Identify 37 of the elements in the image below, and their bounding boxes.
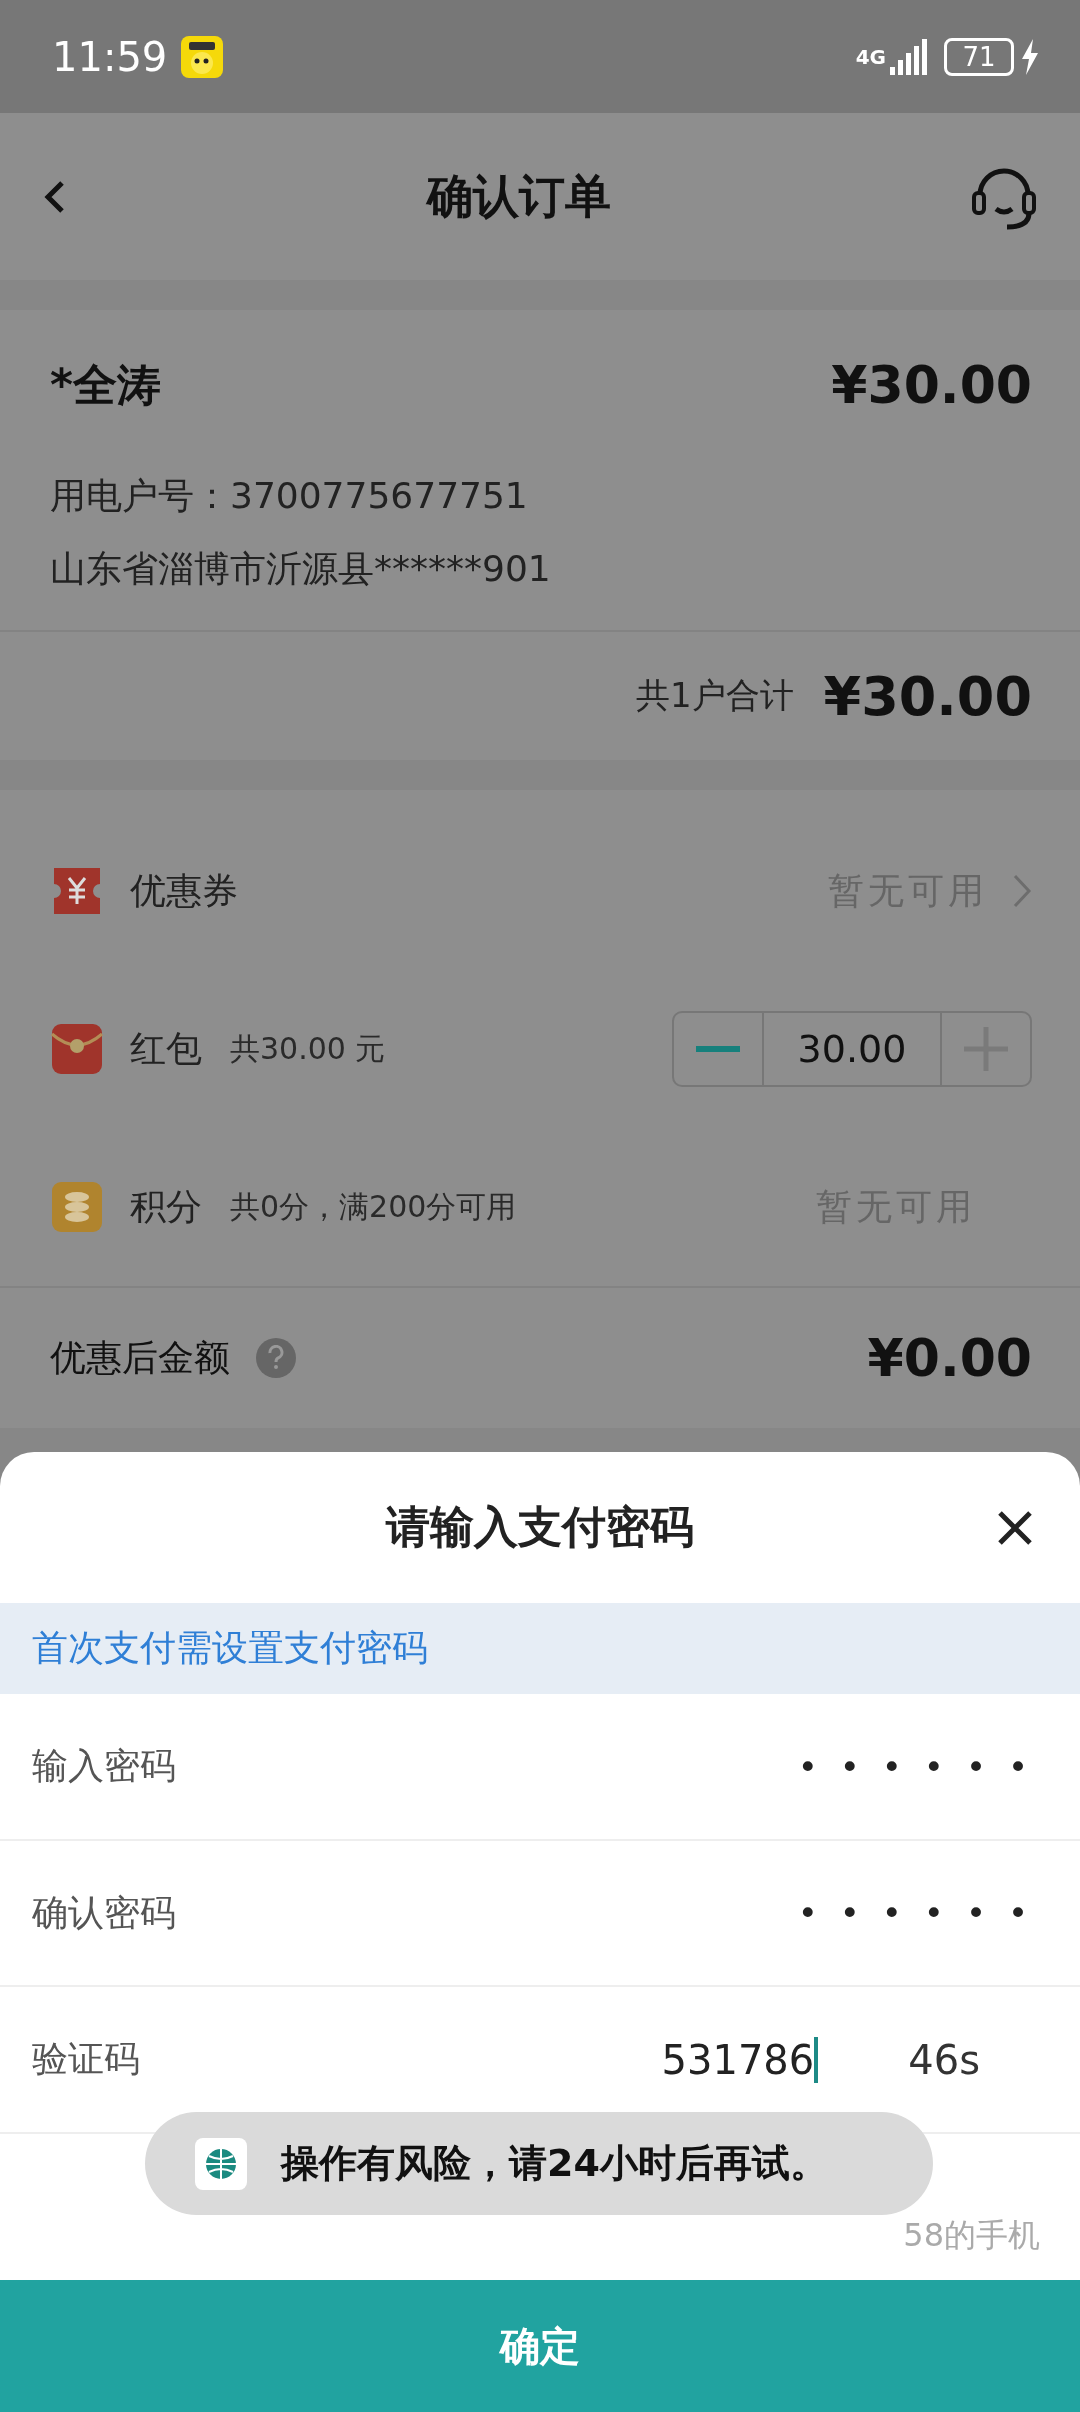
toast-message: 操作有风险，请24小时后再试。 bbox=[281, 2140, 828, 2187]
coins-icon bbox=[50, 1180, 104, 1234]
minus-icon bbox=[696, 1046, 740, 1052]
field-label: 确认密码 bbox=[32, 1890, 176, 1935]
sheet-title: 请输入支付密码 bbox=[386, 1500, 694, 1555]
bill-amount: ¥30.00 bbox=[831, 355, 1032, 415]
sms-hint: 58的手机 bbox=[903, 2215, 1040, 2257]
account-name: *全涛 bbox=[50, 357, 161, 412]
field-label: 输入密码 bbox=[32, 1744, 176, 1789]
chevron-right-icon[interactable] bbox=[1012, 873, 1032, 909]
discount-label: 积分 bbox=[130, 1184, 202, 1229]
app-notification-icon bbox=[181, 35, 224, 78]
battery-level: 71 bbox=[944, 37, 1014, 76]
input-field[interactable]: •••••• bbox=[797, 1746, 1050, 1787]
status-time: 11:59 bbox=[52, 33, 168, 80]
network-type: 4G bbox=[855, 44, 886, 69]
input-field[interactable]: •••••• bbox=[797, 1893, 1050, 1934]
help-icon[interactable] bbox=[256, 1338, 296, 1378]
charging-icon bbox=[1020, 38, 1040, 75]
field-label: 验证码 bbox=[32, 2037, 140, 2082]
notice-banner: 首次支付需设置支付密码 bbox=[0, 1603, 1080, 1695]
app-logo-icon bbox=[195, 2137, 247, 2190]
page-title: 确认订单 bbox=[425, 167, 612, 225]
discount-label: 红包 bbox=[130, 1026, 202, 1071]
total-amount: ¥30.00 bbox=[823, 664, 1032, 728]
discount-note: 共30.00 元 bbox=[230, 1029, 386, 1068]
account-detail: 山东省淄博市沂源县******901 bbox=[49, 547, 552, 591]
signal-icon bbox=[890, 38, 930, 75]
after-discount-amount: ¥0.00 bbox=[867, 1328, 1032, 1388]
input-field[interactable]: 531786 bbox=[661, 2036, 819, 2083]
total-label: 共1户合计 bbox=[635, 674, 794, 717]
after-discount-label: 优惠后金额 bbox=[50, 1335, 230, 1380]
envelope-icon bbox=[50, 1022, 104, 1076]
discount-label: 优惠券 bbox=[130, 868, 238, 913]
account-detail: 用电户号：3700775677751 bbox=[49, 474, 529, 518]
discount-note: 共0分，满200分可用 bbox=[230, 1187, 517, 1226]
countdown-timer: 46s bbox=[908, 2036, 980, 2083]
